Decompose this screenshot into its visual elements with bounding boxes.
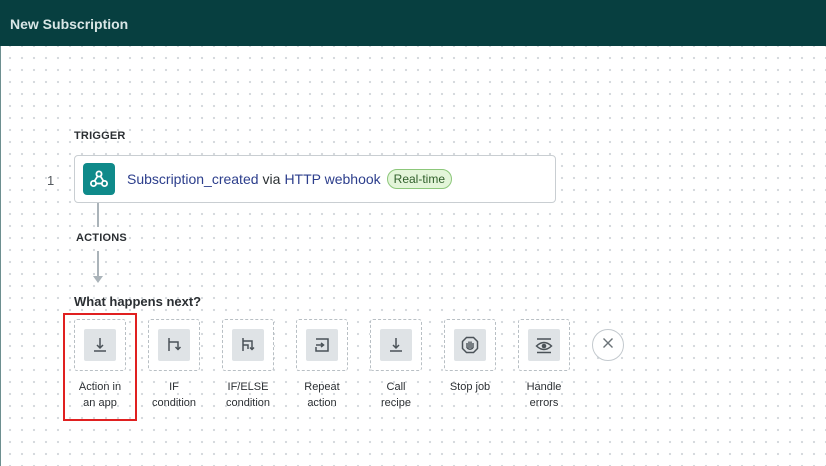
option-if-condition-label: IF condition <box>151 381 197 409</box>
option-stop-job-label: Stop job <box>449 381 491 393</box>
header-bar: New Subscription <box>0 0 826 46</box>
stop-job-icon <box>454 329 486 361</box>
call-recipe-icon <box>380 329 412 361</box>
option-repeat-action-label: Repeat action <box>304 381 340 409</box>
trigger-section-label: TRIGGER <box>74 130 126 142</box>
option-call-recipe[interactable]: Call recipe <box>370 319 422 409</box>
connector-line-top <box>97 203 99 227</box>
option-action-in-app-label: Action in an app <box>78 381 122 409</box>
option-call-recipe-tile[interactable] <box>370 319 422 371</box>
webhook-icon <box>83 163 115 195</box>
option-handle-errors-label: Handle errors <box>526 381 562 409</box>
realtime-badge: Real-time <box>386 169 453 189</box>
option-stop-job-tile[interactable] <box>444 319 496 371</box>
next-step-question: What happens next? <box>74 294 202 309</box>
trigger-source-app: HTTP webhook <box>284 171 381 187</box>
option-if-condition-tile[interactable] <box>148 319 200 371</box>
trigger-event-name: Subscription_created <box>127 171 259 187</box>
left-edge-divider <box>0 46 1 466</box>
if-else-condition-icon <box>232 329 264 361</box>
option-if-else-condition-label: IF/ELSE condition <box>225 381 271 409</box>
option-action-in-app[interactable]: Action in an app <box>74 319 126 409</box>
option-if-condition[interactable]: IF condition <box>148 319 200 409</box>
close-icon <box>602 336 614 354</box>
option-call-recipe-label: Call recipe <box>381 381 411 409</box>
connector-line-bottom <box>97 251 99 277</box>
page-title: New Subscription <box>10 16 129 32</box>
trigger-description: Subscription_created via HTTP webhook Re… <box>127 169 453 189</box>
handle-errors-icon <box>528 329 560 361</box>
option-if-else-condition[interactable]: IF/ELSE condition <box>222 319 274 409</box>
trigger-step-card[interactable]: Subscription_created via HTTP webhook Re… <box>74 155 556 203</box>
option-repeat-action-tile[interactable] <box>296 319 348 371</box>
step-number: 1 <box>47 173 55 188</box>
option-handle-errors-tile[interactable] <box>518 319 570 371</box>
trigger-connector-word: via <box>262 171 281 187</box>
option-action-in-app-tile[interactable] <box>74 319 126 371</box>
option-repeat-action[interactable]: Repeat action <box>296 319 348 409</box>
repeat-action-icon <box>306 329 338 361</box>
option-stop-job[interactable]: Stop job <box>444 319 496 393</box>
if-condition-icon <box>158 329 190 361</box>
actions-section-label: ACTIONS <box>76 232 127 244</box>
option-handle-errors[interactable]: Handle errors <box>518 319 570 409</box>
close-options-button[interactable] <box>592 329 624 361</box>
connector-arrow-icon <box>93 276 103 283</box>
option-if-else-condition-tile[interactable] <box>222 319 274 371</box>
action-in-app-icon <box>84 329 116 361</box>
